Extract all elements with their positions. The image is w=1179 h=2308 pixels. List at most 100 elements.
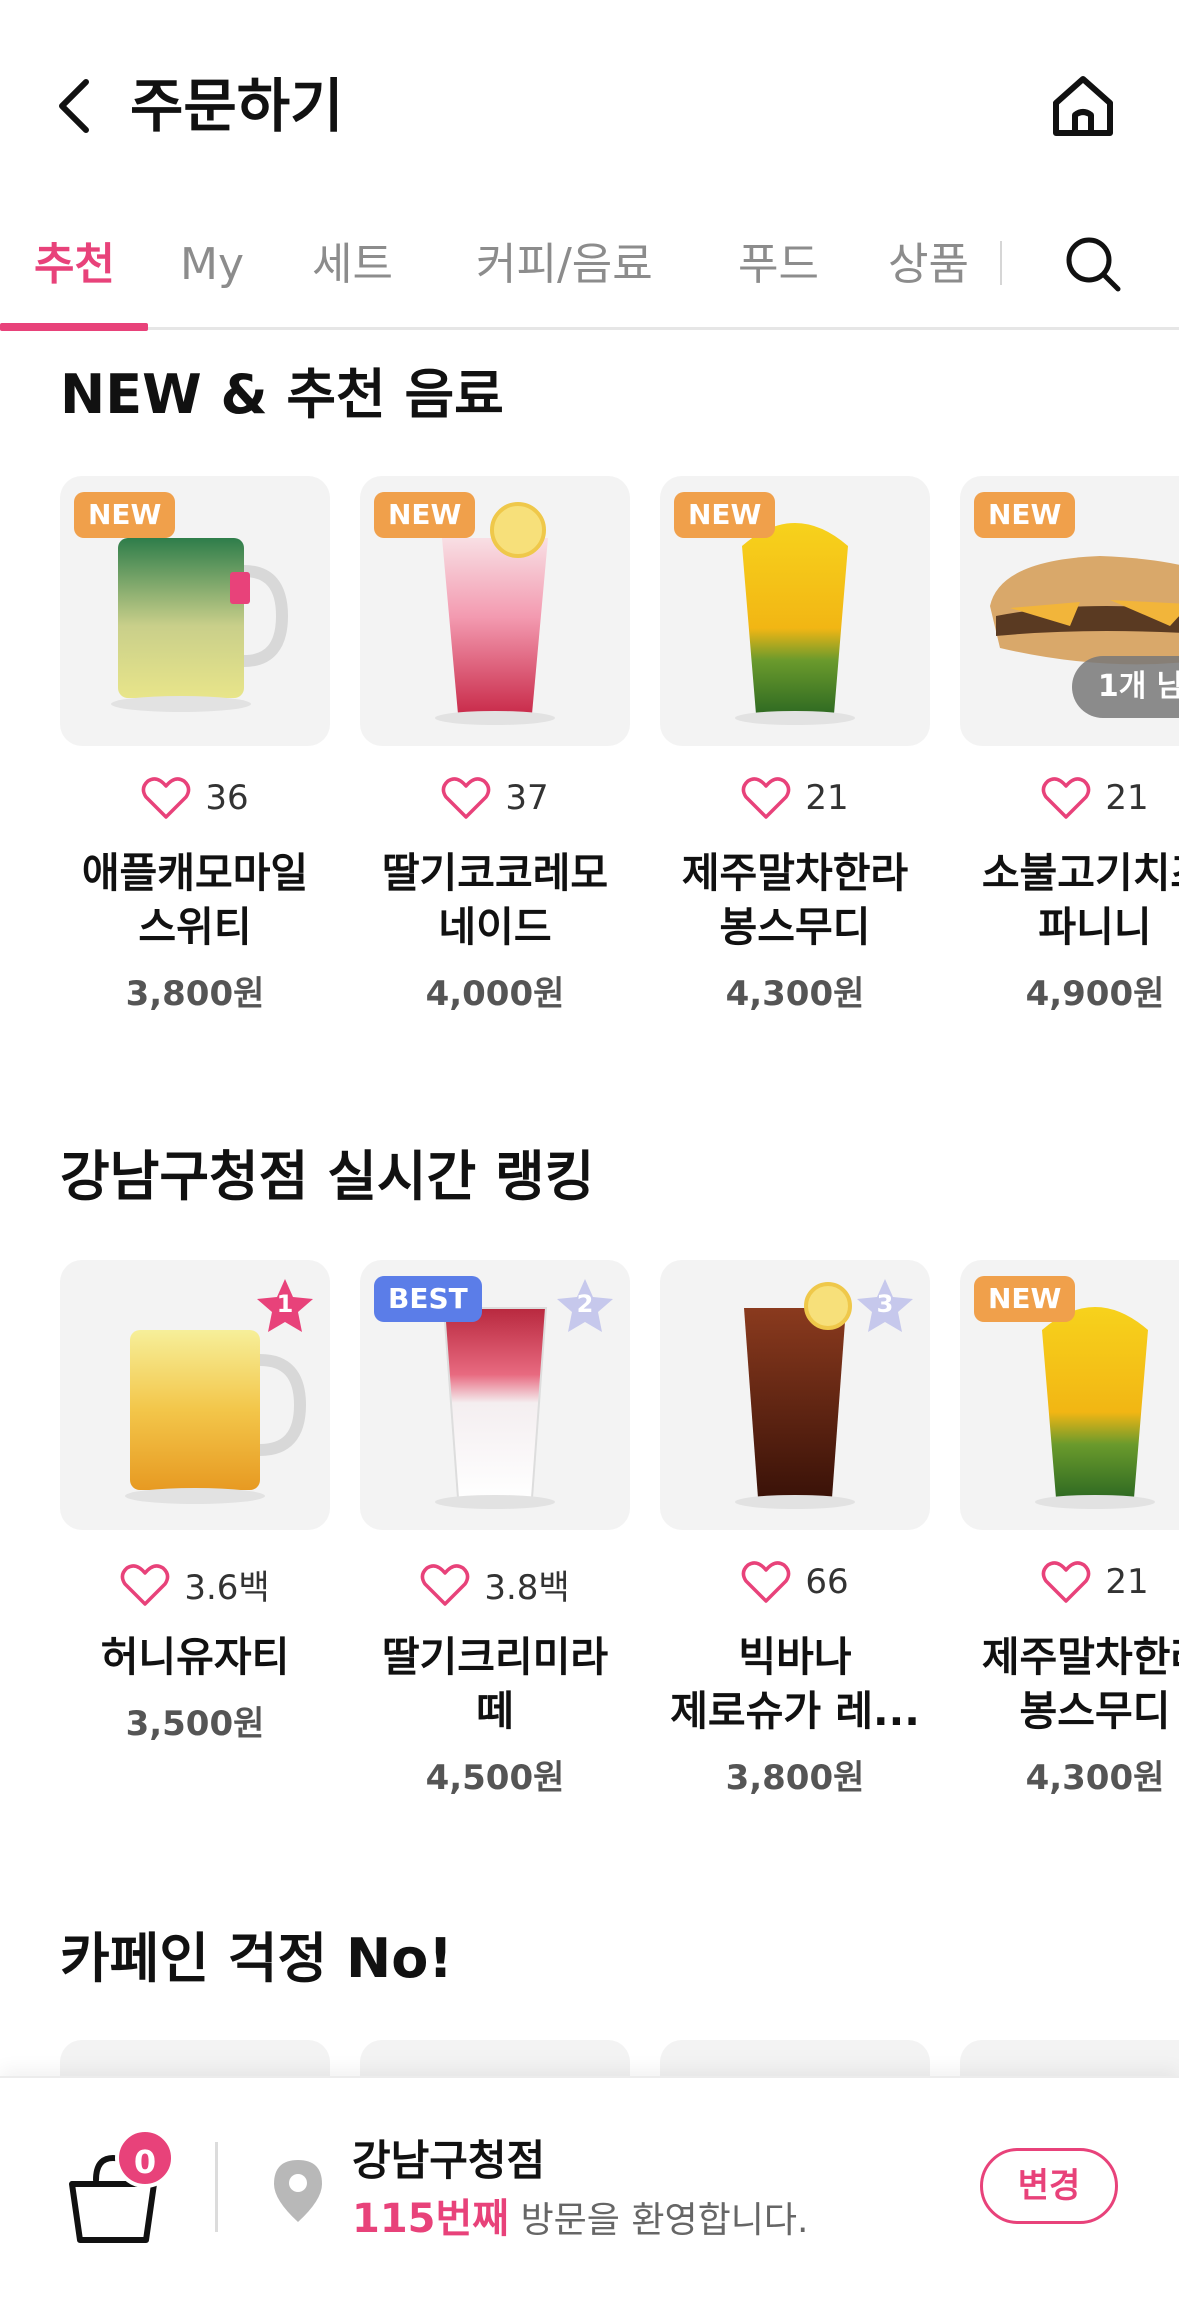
product-name-line2: 떼 [476, 1687, 514, 1735]
best-badge: BEST [374, 1276, 482, 1322]
product-image: 3 [660, 1260, 930, 1530]
search-icon [1066, 237, 1121, 292]
product-card[interactable] [360, 2040, 630, 2080]
like-count[interactable]: 36 [60, 776, 330, 820]
tab-goods[interactable]: 상품 [888, 235, 969, 295]
like-number: 21 [1105, 778, 1149, 818]
product-card[interactable]: NEW 36 애플캐모마일 스위티 3,800원 [60, 476, 330, 1014]
product-price: 4,500원 [425, 1758, 565, 1798]
product-image: NEW [60, 476, 330, 746]
product-name-line1: 딸기크리미라 [381, 1633, 609, 1681]
stock-remaining-badge: 1개 남음 [1071, 656, 1179, 718]
like-number: 37 [505, 778, 549, 818]
product-card[interactable] [60, 2040, 330, 2080]
divider [215, 2142, 218, 2232]
product-name: 제주말차한라 봉스무디 [646, 846, 944, 954]
new-products-row: NEW 36 애플캐모마일 스위티 3,800원 NEW 37 딸기코코레모 네… [0, 476, 1179, 1036]
bottom-bar: 0 강남구청점 115번째 방문을 환영합니다. 변경 [0, 2076, 1179, 2308]
like-count[interactable]: 21 [660, 776, 930, 820]
like-number: 21 [1105, 1562, 1149, 1602]
heart-icon [421, 1563, 470, 1606]
new-badge: NEW [974, 1276, 1076, 1322]
tab-my[interactable]: My [180, 235, 244, 295]
product-price: 3,500원 [125, 1704, 265, 1744]
product-card[interactable] [960, 2040, 1179, 2080]
product-card[interactable]: BEST 2 3.8백 딸기크리미라 떼 4,500원 [360, 1260, 630, 1798]
like-number: 66 [805, 1562, 849, 1602]
tab-food[interactable]: 푸드 [738, 235, 819, 295]
rank-badge: 1 [254, 1276, 316, 1338]
welcome-message: 115번째 방문을 환영합니다. [352, 2192, 808, 2248]
like-number: 3.6백 [184, 1568, 270, 1608]
product-price: 3,800원 [725, 1758, 865, 1798]
rank-number: 1 [276, 1290, 294, 1318]
product-card[interactable]: 1 3.6백 허니유자티 3,500원 [60, 1260, 330, 1744]
product-name: 허니유자티 [46, 1630, 344, 1684]
section-title-decaf: 카페인 걱정 No! [60, 1927, 453, 1990]
new-badge: NEW [974, 492, 1076, 538]
product-card[interactable]: NEW 21 제주말차한라 봉스무디 4,300원 [960, 1260, 1179, 1798]
tab-set[interactable]: 세트 [312, 235, 393, 295]
like-count[interactable]: 3.8백 [360, 1560, 630, 1609]
heart-icon [742, 777, 791, 819]
like-count[interactable]: 21 [960, 776, 1179, 820]
back-button[interactable] [48, 72, 100, 140]
like-count[interactable]: 3.6백 [60, 1560, 330, 1609]
heart-icon [121, 1563, 170, 1606]
product-image: BEST 2 [360, 1260, 630, 1530]
decaf-products-row [0, 2040, 1179, 2080]
product-name-line2: 스위티 [138, 903, 252, 951]
product-name-line2: 봉스무디 [719, 903, 871, 951]
page-title: 주문하기 [130, 72, 344, 140]
product-price: 4,900원 [1025, 974, 1165, 1014]
heart-icon [142, 777, 191, 819]
product-name-line1: 딸기코코레모 [381, 849, 609, 897]
category-tabs: 추천 My 세트 커피/음료 푸드 상품 [0, 215, 1179, 331]
heart-icon [1042, 1561, 1091, 1603]
product-name-line1: 제주말차한라 [681, 849, 909, 897]
product-card[interactable]: 3 66 빅바나 제로슈가 레... 3,800원 [660, 1260, 930, 1798]
product-name: 빅바나 제로슈가 레... [646, 1630, 944, 1738]
tab-divider [1000, 241, 1002, 285]
chevron-left-icon [59, 79, 89, 133]
like-number: 36 [205, 778, 249, 818]
rank-badge: 2 [554, 1276, 616, 1338]
product-name-line2: 제로슈가 레... [670, 1687, 920, 1735]
like-count[interactable]: 21 [960, 1560, 1179, 1604]
heart-icon [442, 777, 491, 819]
like-number: 21 [805, 778, 849, 818]
product-image: NEW [660, 476, 930, 746]
tab-coffee-drink[interactable]: 커피/음료 [476, 235, 653, 295]
product-name-line1: 소불고기치즈 [981, 849, 1179, 897]
rank-number: 3 [876, 1290, 894, 1318]
search-button[interactable] [1058, 229, 1128, 299]
rank-number: 2 [576, 1290, 594, 1318]
product-name-line1: 애플캐모마일 [81, 849, 309, 897]
new-badge: NEW [374, 492, 476, 538]
change-store-button[interactable]: 변경 [980, 2148, 1118, 2224]
tab-recommended[interactable]: 추천 [34, 235, 115, 295]
app-header: 주문하기 [0, 0, 1179, 190]
product-name-line1: 허니유자티 [100, 1633, 290, 1681]
product-card[interactable]: NEW 1개 남음 21 소불고기치즈 파니니 4,900원 [960, 476, 1179, 1014]
like-number: 3.8백 [484, 1568, 570, 1608]
heart-icon [1042, 777, 1091, 819]
active-tab-indicator [0, 323, 148, 331]
home-button[interactable] [1047, 70, 1119, 142]
product-name-line1: 제주말차한라 [981, 1633, 1179, 1681]
product-image: 1 [60, 1260, 330, 1530]
store-name: 강남구청점 [352, 2136, 546, 2185]
product-price: 3,800원 [125, 974, 265, 1014]
visit-count: 115번째 [352, 2196, 510, 2242]
product-price: 4,000원 [425, 974, 565, 1014]
product-card[interactable]: NEW 37 딸기코코레모 네이드 4,000원 [360, 476, 630, 1014]
product-image: NEW [360, 476, 630, 746]
like-count[interactable]: 66 [660, 1560, 930, 1604]
product-card[interactable]: NEW 21 제주말차한라 봉스무디 4,300원 [660, 476, 930, 1014]
product-price: 4,300원 [725, 974, 865, 1014]
welcome-text: 방문을 환영합니다. [520, 2200, 809, 2241]
product-card[interactable] [660, 2040, 930, 2080]
like-count[interactable]: 37 [360, 776, 630, 820]
product-name: 제주말차한라 봉스무디 [946, 1630, 1179, 1738]
ranking-products-row: 1 3.6백 허니유자티 3,500원 BEST 2 3.8백 딸기크리미라 떼… [0, 1260, 1179, 1820]
